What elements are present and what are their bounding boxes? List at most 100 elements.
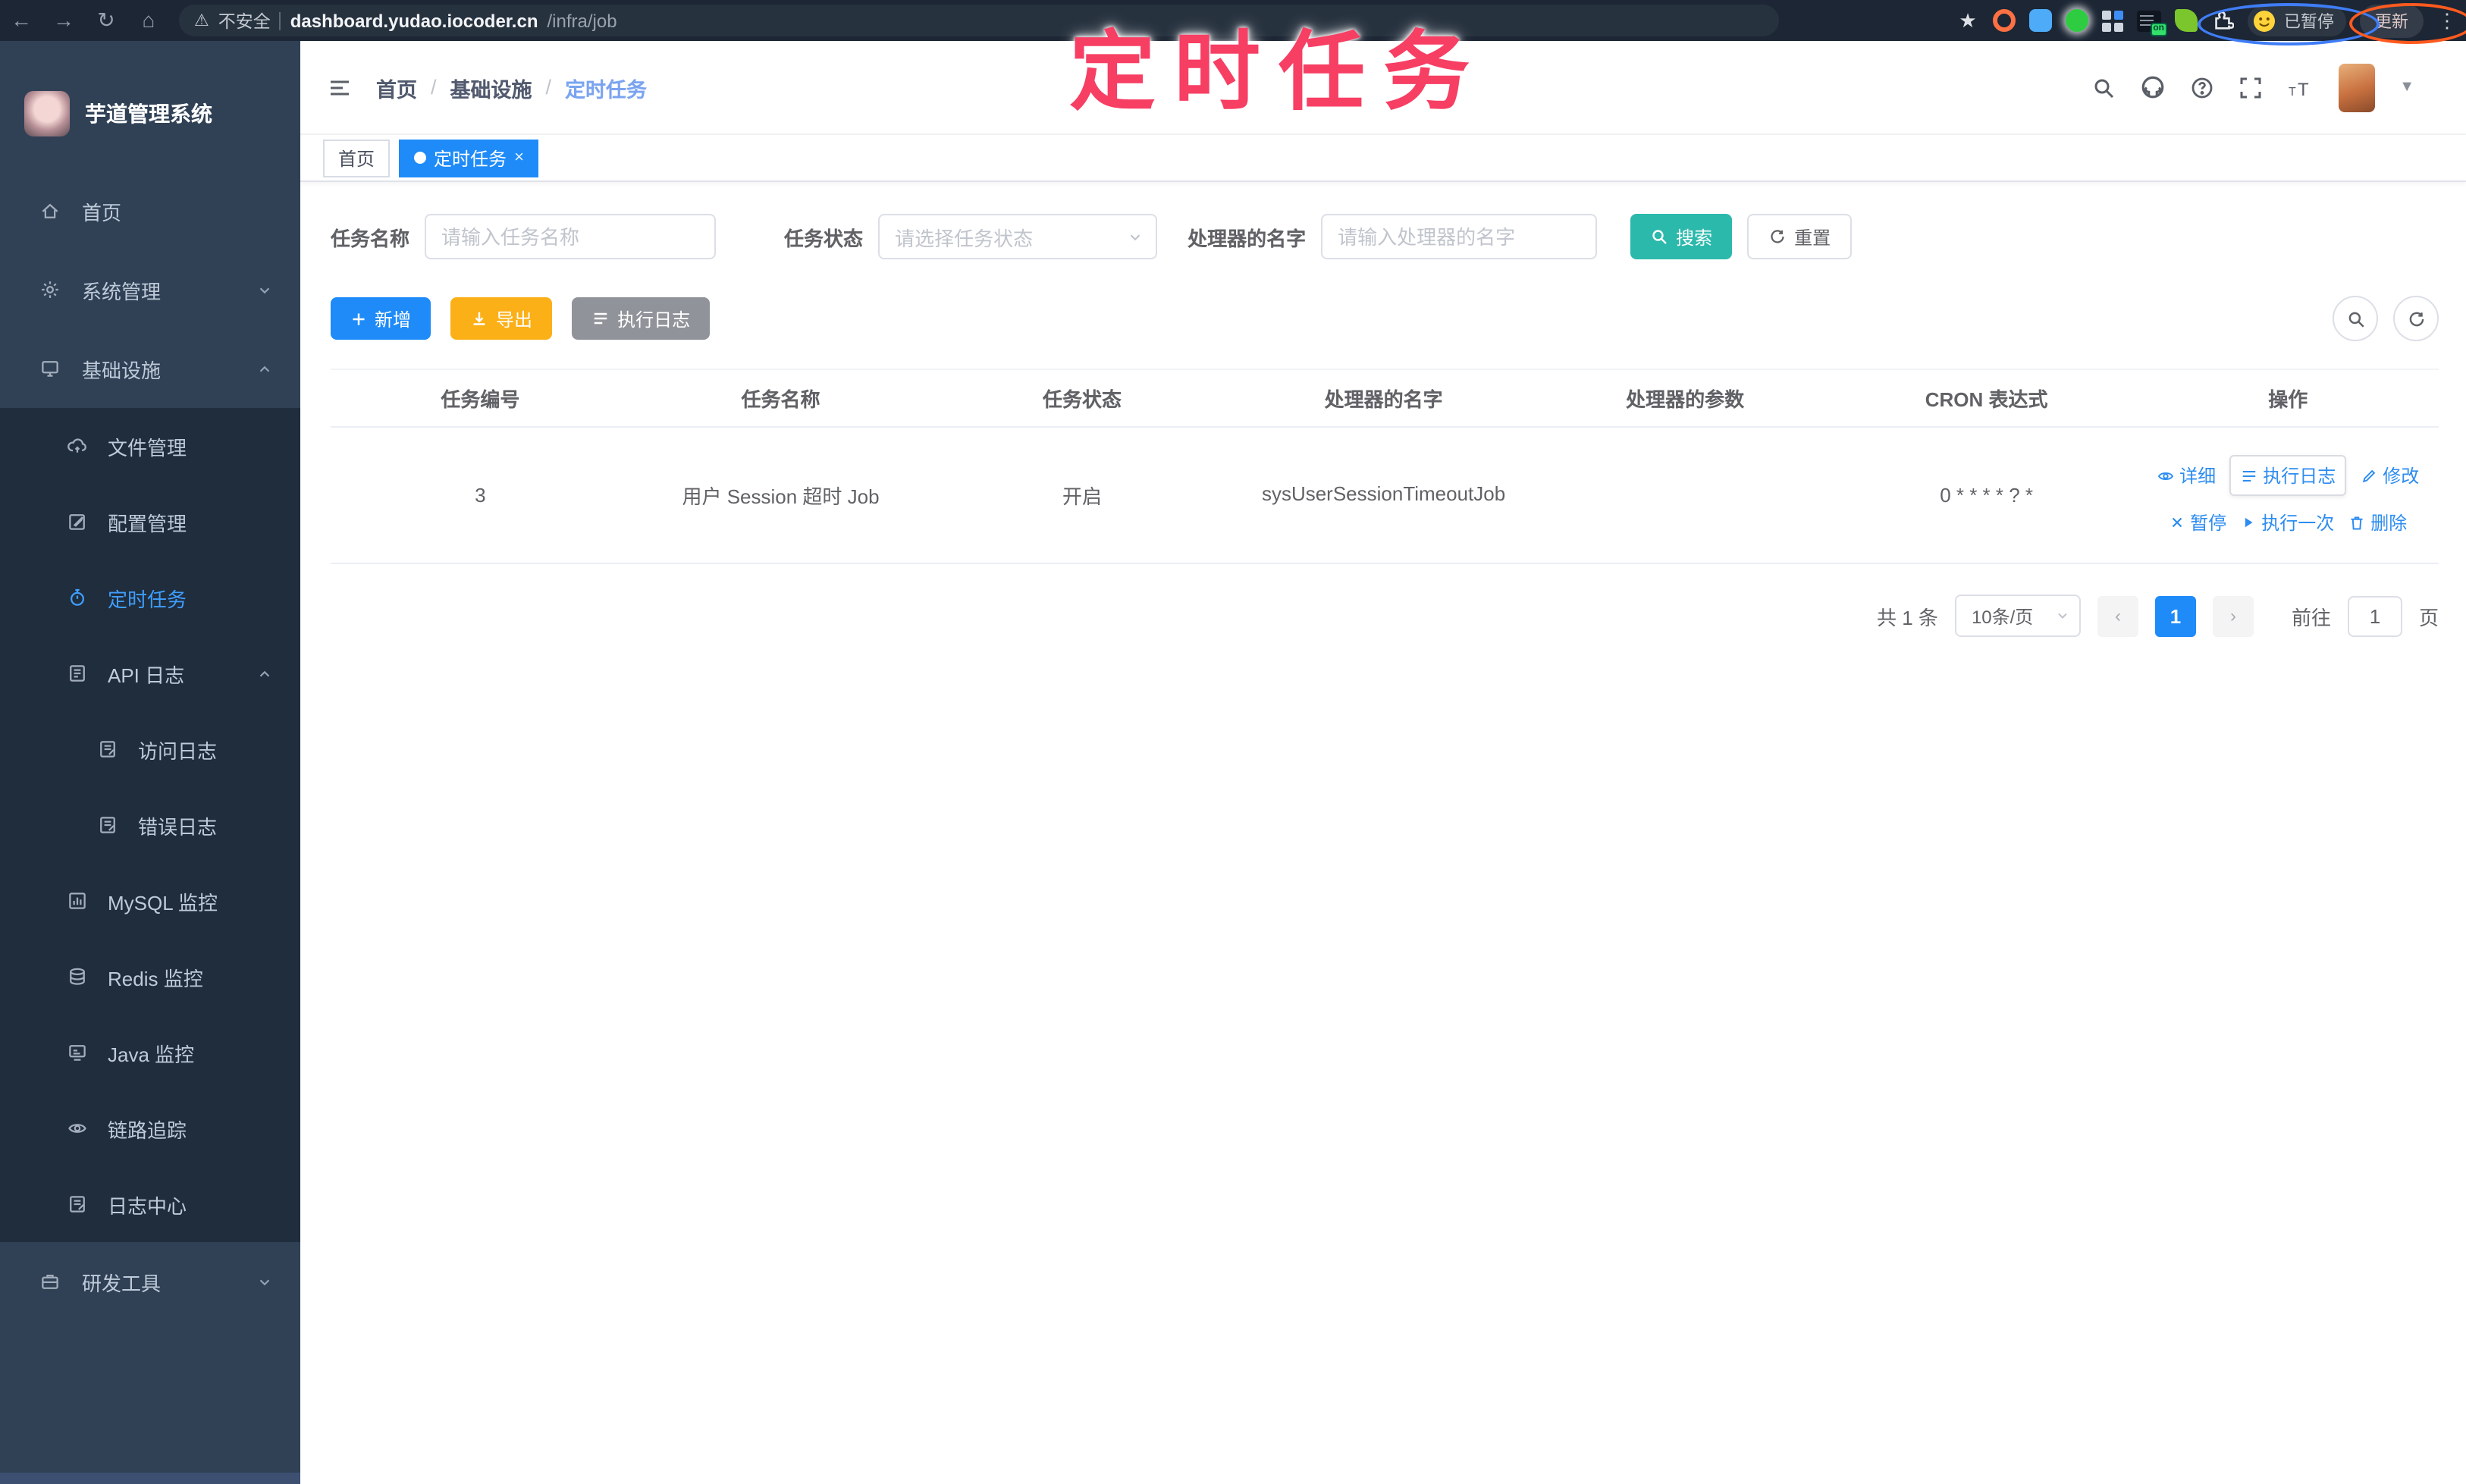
breadcrumb-home[interactable]: 首页 [376, 72, 417, 102]
prev-page-button[interactable]: ‹ [2097, 595, 2138, 636]
header-actions: TT ▼ [2091, 63, 2414, 111]
reload-icon[interactable]: ↻ [85, 0, 127, 41]
column-header: 任务编号 [331, 369, 630, 428]
sidebar-item-config-management[interactable]: 配置管理 [0, 484, 300, 560]
sidebar-scrollbar[interactable] [0, 1472, 300, 1484]
column-header: 处理器的参数 [1534, 369, 1836, 428]
handler-name-input[interactable] [1321, 214, 1598, 259]
collapse-menu-icon[interactable] [328, 75, 352, 99]
task-name-label: 任务名称 [331, 227, 410, 249]
warning-icon: ⚠ [194, 12, 209, 30]
extension-green-icon[interactable] [2066, 9, 2088, 32]
next-page-button[interactable]: › [2212, 595, 2254, 636]
action-delete[interactable]: 删除 [2348, 510, 2407, 535]
screen: ← → ↻ ⌂ ⚠ 不安全 dashboard.yudao.iocoder.cn… [0, 0, 2466, 1484]
help-icon[interactable] [2190, 75, 2214, 99]
search-icon[interactable] [2091, 75, 2116, 99]
sidebar-item-label: API 日志 [108, 664, 185, 686]
sidebar-item-system[interactable]: 系统管理 [0, 250, 300, 329]
sidebar-item-infra[interactable]: 基础设施 [0, 329, 300, 408]
svg-text:T: T [2298, 79, 2309, 99]
home-icon[interactable]: ⌂ [127, 0, 170, 41]
github-icon[interactable] [2140, 74, 2166, 100]
exec-log-button-label: 执行日志 [617, 309, 691, 330]
caret-down-icon[interactable]: ▼ [2399, 79, 2414, 96]
sidebar-item-home[interactable]: 首页 [0, 171, 300, 250]
tag-label: 定时任务 [434, 148, 507, 169]
sidebar-item-label: 文件管理 [108, 436, 187, 459]
action-pause[interactable]: 暂停 [2169, 510, 2226, 535]
action-run-once[interactable]: 执行一次 [2240, 510, 2334, 535]
page-size-select[interactable]: 10条/页 [1954, 595, 2081, 637]
chevron-up-icon [256, 665, 273, 682]
back-icon[interactable]: ← [0, 0, 42, 41]
chevron-down-icon [2055, 608, 2070, 623]
sidebar-item-mysql-monitor[interactable]: MySQL 监控 [0, 863, 300, 939]
plus-icon [350, 310, 367, 327]
breadcrumb-infra[interactable]: 基础设施 [450, 72, 532, 102]
tag-scheduled-tasks[interactable]: 定时任务 × [399, 139, 539, 177]
export-button[interactable]: 导出 [450, 297, 553, 340]
address-bar[interactable]: ⚠ 不安全 dashboard.yudao.iocoder.cn /infra/… [179, 5, 1779, 36]
infra-submenu: 文件管理 配置管理 定时任务 API 日志 访问日志 错误日志 MySQL 监控… [0, 408, 300, 1242]
monitor-icon [39, 358, 61, 379]
action-detail[interactable]: 详细 [2157, 463, 2216, 488]
action-edit[interactable]: 修改 [2360, 463, 2419, 488]
forward-icon[interactable]: → [42, 0, 85, 41]
task-name-input[interactable] [425, 214, 717, 259]
sidebar-item-error-log[interactable]: 错误日志 [0, 787, 300, 863]
bookmark-star-icon[interactable]: ★ [1956, 9, 1979, 32]
main-area: 首页 / 基础设施 / 定时任务 T T ▼ 首页 定时任务 × 任务名称 请输… [300, 41, 2466, 1484]
pencil-icon [2360, 466, 2378, 485]
reset-button[interactable]: 重置 [1747, 214, 1853, 259]
sidebar-item-java-monitor[interactable]: Java 监控 [0, 1015, 300, 1090]
task-status-select[interactable]: 请选择任务状态 [878, 214, 1158, 259]
sidebar-item-label: 错误日志 [138, 815, 218, 838]
sidebar-item-label: 首页 [82, 201, 122, 224]
annotation-title: 定时任务 [1069, 24, 1488, 121]
goto-page-input[interactable] [2347, 595, 2402, 636]
refresh-button[interactable] [2393, 296, 2439, 341]
cell-handler-param [1534, 427, 1836, 564]
close-x-icon [2169, 514, 2185, 531]
search-button[interactable]: 搜索 [1630, 214, 1733, 259]
extension-list-icon[interactable]: on [2137, 10, 2167, 36]
user-avatar[interactable] [2339, 63, 2376, 111]
font-size-icon[interactable]: TT [2287, 75, 2314, 99]
app-logo [24, 91, 70, 136]
action-exec-log[interactable]: 执行日志 [2229, 455, 2347, 496]
column-header: 任务状态 [931, 369, 1233, 428]
sidebar-item-log-center[interactable]: 日志中心 [0, 1166, 300, 1242]
sidebar-item-dev-tools[interactable]: 研发工具 [0, 1242, 300, 1321]
timer-icon [67, 587, 88, 608]
extension-leaf-icon[interactable] [2175, 9, 2198, 32]
insecure-label: 不安全 [218, 13, 271, 31]
sidebar-item-access-log[interactable]: 访问日志 [0, 711, 300, 787]
page-number-1[interactable]: 1 [2154, 595, 2196, 636]
document-edit-icon [97, 814, 118, 836]
exec-log-button[interactable]: 执行日志 [572, 297, 711, 340]
edit-square-icon [67, 511, 88, 532]
add-button[interactable]: 新增 [331, 297, 431, 340]
sidebar-item-trace[interactable]: 链路追踪 [0, 1090, 300, 1166]
toggle-search-button[interactable] [2333, 296, 2378, 341]
sidebar-item-file-management[interactable]: 文件管理 [0, 408, 300, 484]
column-header: 处理器的名字 [1232, 369, 1535, 428]
extension-orange-icon[interactable] [1993, 9, 2016, 32]
export-button-label: 导出 [496, 309, 533, 330]
url-path: /infra/job [547, 10, 617, 31]
tag-home[interactable]: 首页 [323, 139, 391, 177]
fullscreen-icon[interactable] [2239, 75, 2263, 99]
close-icon[interactable]: × [514, 149, 524, 167]
sidebar: 芋道管理系统 首页 系统管理 基础设施 文件管理 配置管理 定时任务 API 日… [0, 41, 300, 1484]
goto-label: 前往 [2291, 606, 2331, 629]
sidebar-item-label: 基础设施 [82, 359, 162, 381]
column-header: 操作 [2137, 369, 2439, 428]
sidebar-item-redis-monitor[interactable]: Redis 监控 [0, 939, 300, 1015]
sidebar-item-scheduled-tasks[interactable]: 定时任务 [0, 560, 300, 635]
sidebar-item-api-log[interactable]: API 日志 [0, 635, 300, 711]
extension-grid-icon[interactable] [2102, 10, 2123, 31]
extension-blue-icon[interactable] [2029, 9, 2052, 32]
document-edit-icon [97, 739, 118, 760]
sidebar-item-label: 访问日志 [138, 739, 218, 762]
